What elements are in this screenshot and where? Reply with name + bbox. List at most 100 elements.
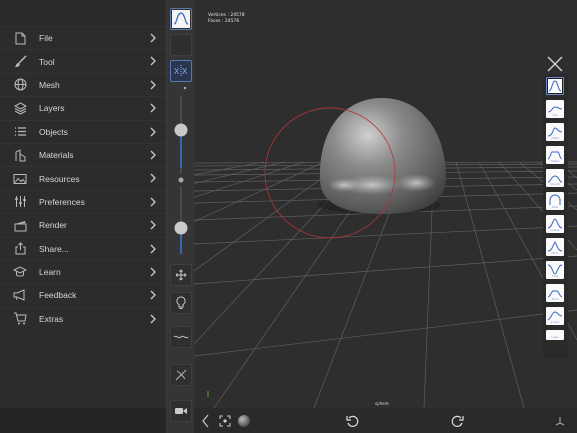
- menu-item-label: Learn: [39, 267, 61, 278]
- clapper-icon: [13, 218, 27, 232]
- frame-button[interactable]: [218, 408, 232, 433]
- brush-mask-button[interactable]: Mask: [546, 192, 564, 210]
- menu-item-materials[interactable]: Materials: [0, 142, 166, 166]
- menu-item-file[interactable]: File: [0, 26, 166, 49]
- svg-text:X: X: [174, 67, 180, 76]
- close-icon[interactable]: [546, 56, 564, 72]
- radius-slider[interactable]: [172, 84, 190, 176]
- chevron-right-icon: [150, 244, 156, 253]
- chevron-right-icon: [150, 80, 156, 90]
- share-icon: [13, 242, 27, 256]
- svg-text:X: X: [182, 67, 188, 76]
- chevron-right-icon: [150, 267, 156, 277]
- stroke-button[interactable]: [170, 326, 192, 348]
- megaphone-icon: [13, 288, 27, 302]
- material-preview-button[interactable]: [236, 408, 252, 433]
- move-tool-button[interactable]: [170, 264, 192, 286]
- menu-item-label: Layers: [39, 103, 65, 114]
- menu-item-preferences[interactable]: Preferences: [0, 189, 166, 213]
- menu-top-bar: [0, 0, 166, 26]
- brush-smooth-button[interactable]: Smooth: [546, 169, 564, 187]
- brush-clay-button[interactable]: Clay: [546, 100, 564, 118]
- move-arrows-icon: [175, 269, 187, 281]
- menu-item-label: Tool: [39, 56, 55, 67]
- brush-icon: [13, 55, 27, 69]
- brush-drag-button[interactable]: Drag: [546, 261, 564, 279]
- menu-item-label: Materials: [39, 150, 74, 161]
- menu-item-learn[interactable]: Learn: [0, 259, 166, 283]
- chevron-right-icon: [150, 220, 156, 230]
- lightbulb-icon: [176, 296, 186, 309]
- mesh-stats: Vertices : 24578 Faces : 24576: [208, 13, 245, 25]
- scene-canvas: [194, 98, 577, 408]
- chevron-right-icon: [150, 150, 156, 160]
- document-icon: [13, 31, 27, 45]
- chevron-right-icon: [150, 103, 156, 113]
- menu-item-label: Resources: [39, 173, 80, 184]
- menu-item-mesh[interactable]: Mesh: [0, 72, 166, 96]
- menu-item-label: Mesh: [39, 79, 60, 90]
- cart-icon: [13, 312, 27, 326]
- globe-icon: [13, 78, 27, 92]
- falloff-curve-icon: [548, 79, 562, 93]
- faces-count: Faces : 24576: [208, 19, 240, 24]
- menu-item-label: Extras: [39, 313, 64, 324]
- menu-item-layers[interactable]: Layers: [0, 96, 166, 119]
- lighting-button[interactable]: [170, 292, 192, 314]
- intensity-slider[interactable]: [172, 176, 190, 258]
- menu-item-objects[interactable]: Objects: [0, 119, 166, 143]
- chevron-right-icon: [150, 173, 156, 183]
- symmetry-icon: XX: [174, 65, 188, 77]
- current-brush-button[interactable]: [170, 8, 192, 30]
- menu-item-extras[interactable]: Extras: [0, 306, 166, 330]
- menu-item-label: File: [39, 33, 53, 44]
- brush-scrape-button[interactable]: Scrape: [546, 307, 564, 325]
- empty-slot-button[interactable]: [170, 34, 192, 56]
- symmetry-button[interactable]: XX: [170, 60, 192, 82]
- chevron-right-icon: [150, 56, 156, 66]
- undo-button[interactable]: [342, 408, 362, 433]
- menu-item-feedback[interactable]: Feedback: [0, 283, 166, 306]
- alpha-disabled-icon: [175, 369, 187, 381]
- brush-crease-button[interactable]: Crease: [546, 215, 564, 233]
- menu-item-label: Objects: [39, 126, 68, 137]
- brush-layer-button[interactable]: Layer: [546, 330, 564, 340]
- undo-icon: [345, 415, 358, 427]
- chevron-right-icon: [150, 197, 156, 207]
- record-button[interactable]: [170, 400, 192, 422]
- frame-icon: [219, 415, 231, 426]
- brush-pinch-button[interactable]: Pinch: [546, 284, 564, 302]
- brush-standard-button[interactable]: [546, 77, 564, 95]
- main-menu-panel: File Tool Mesh Layers Objects Materials …: [0, 0, 166, 433]
- menu-item-share[interactable]: Share...: [0, 236, 166, 260]
- menu-item-render[interactable]: Render: [0, 213, 166, 236]
- brush-inflate-button[interactable]: Inflate: [546, 123, 564, 141]
- list-icon: [13, 125, 27, 139]
- menu-bottom-bar: [0, 408, 166, 433]
- graduation-cap-icon: [13, 265, 27, 279]
- chevron-right-icon: [150, 127, 156, 137]
- chevron-right-icon: [150, 314, 156, 324]
- menu-item-tool[interactable]: Tool: [0, 49, 166, 72]
- 3d-viewport[interactable]: Vertices : 24578 Faces : 24576 sphere: [194, 0, 577, 408]
- chevron-right-icon: [150, 33, 156, 43]
- alpha-off-button[interactable]: [170, 364, 192, 386]
- tool-column: XX: [166, 0, 194, 433]
- collapse-button[interactable]: [200, 408, 212, 433]
- brush-falloff-icon: [172, 10, 190, 28]
- brush-flatten-button[interactable]: Flatten: [546, 146, 564, 164]
- menu-item-label: Share...: [39, 243, 69, 254]
- chevron-right-icon: [150, 290, 156, 300]
- materials-icon: [13, 148, 27, 162]
- layers-icon: [13, 101, 27, 115]
- menu-item-label: Preferences: [39, 196, 85, 207]
- menu-item-resources[interactable]: Resources: [0, 166, 166, 189]
- menu-item-label: Feedback: [39, 290, 77, 301]
- sphere-mesh: [319, 98, 446, 214]
- chevron-left-icon: [202, 414, 209, 427]
- redo-button[interactable]: [447, 408, 467, 433]
- menu-item-label: Render: [39, 220, 67, 231]
- settings-button[interactable]: [552, 408, 568, 433]
- object-name-label: sphere: [375, 401, 389, 406]
- brush-move-button[interactable]: Move: [546, 238, 564, 256]
